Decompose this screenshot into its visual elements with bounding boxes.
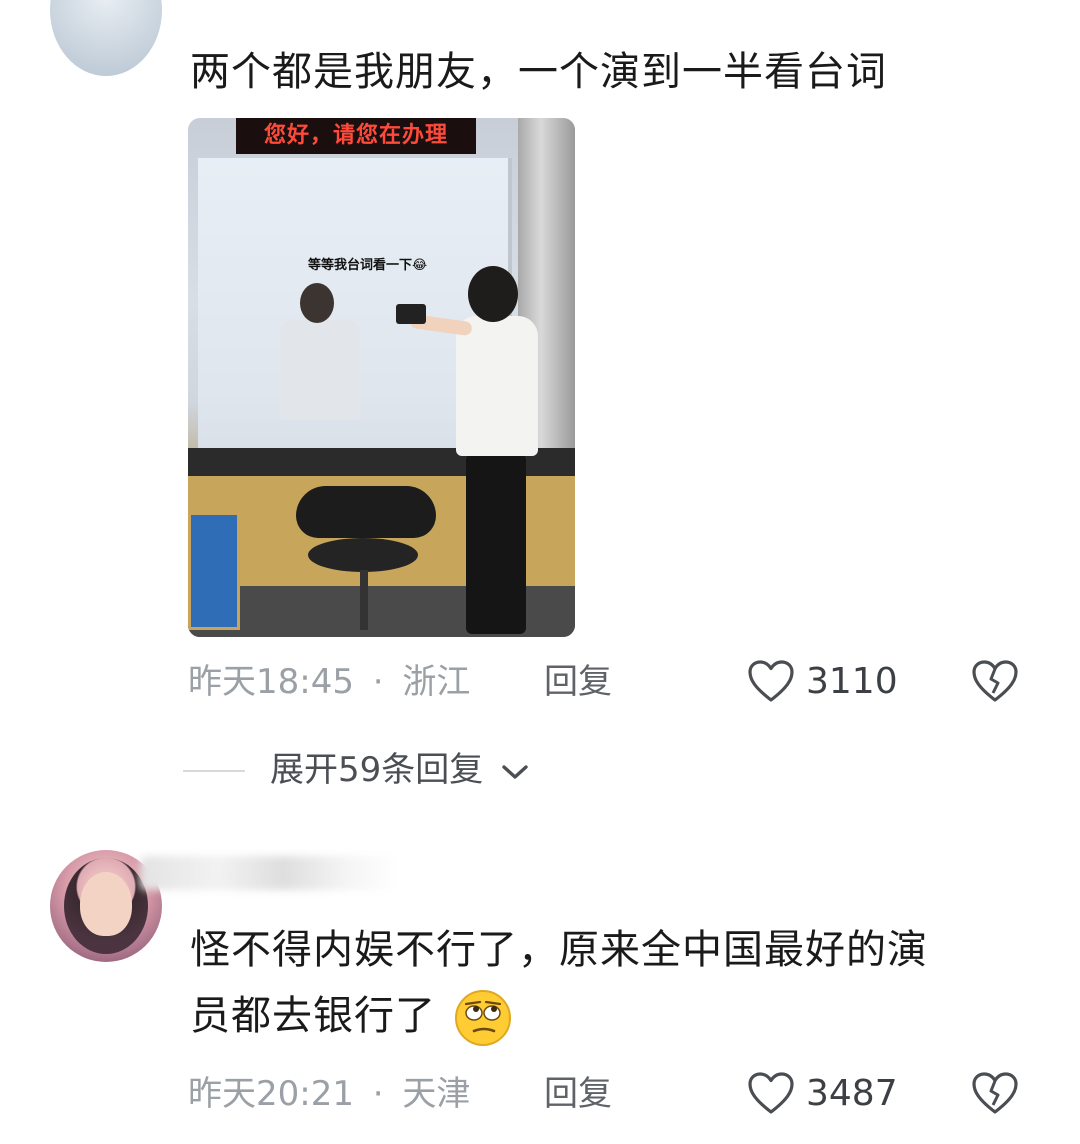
chair-pole <box>360 570 368 630</box>
heart-outline-icon[interactable] <box>748 1072 794 1116</box>
chair-seat <box>308 538 418 572</box>
comment-text-line2-words: 员都去银行了 <box>190 993 436 1039</box>
led-sign: 您好，请您在办理 <box>236 118 476 154</box>
man-legs <box>466 454 526 634</box>
heart-outline-icon[interactable] <box>748 660 794 704</box>
comment-text: 两个都是我朋友，一个演到一半看台词 <box>190 49 887 95</box>
comment-time: 昨天18:45 <box>188 662 354 702</box>
info-board <box>188 512 240 630</box>
comment-meta: 昨天20:21 · 天津 <box>188 1074 470 1114</box>
eye-roll-emoji-icon <box>454 989 512 1047</box>
man-figure <box>456 316 538 456</box>
image-caption: 等等我台词看一下😂 <box>308 258 428 273</box>
comment-location: 浙江 <box>402 662 471 702</box>
reply-button[interactable]: 回复 <box>544 1074 612 1114</box>
broken-heart-icon[interactable] <box>972 1072 1018 1116</box>
comment-text-line1: 怪不得内娱不行了，原来全中国最好的演 <box>190 927 928 973</box>
like-count: 3110 <box>806 661 898 702</box>
comment-location: 天津 <box>402 1074 471 1114</box>
expand-replies-label: 展开59条回复 <box>270 750 484 790</box>
reply-button[interactable]: 回复 <box>544 662 612 702</box>
comment-text-line2: 员都去银行了 <box>190 984 512 1048</box>
expand-divider <box>183 770 245 772</box>
chevron-down-icon <box>502 764 528 779</box>
expand-replies-button[interactable]: 展开59条回复 <box>270 748 530 792</box>
meta-separator: · <box>372 1074 384 1114</box>
prop-gun <box>396 304 426 324</box>
teller-head <box>300 283 334 323</box>
comment-meta: 昨天18:45 · 浙江 <box>188 662 470 702</box>
broken-heart-icon[interactable] <box>972 660 1018 704</box>
meta-separator: · <box>372 662 384 702</box>
avatar-face <box>80 872 132 936</box>
chair-back <box>296 486 436 538</box>
commenter-avatar[interactable] <box>50 0 162 76</box>
man-head <box>468 266 518 322</box>
username-blurred[interactable] <box>140 856 400 890</box>
teller-figure <box>280 320 360 420</box>
comment-time: 昨天20:21 <box>188 1074 354 1114</box>
comment-image[interactable]: 您好，请您在办理 等等我台词看一下😂 <box>188 118 575 637</box>
like-count: 3487 <box>806 1073 898 1114</box>
